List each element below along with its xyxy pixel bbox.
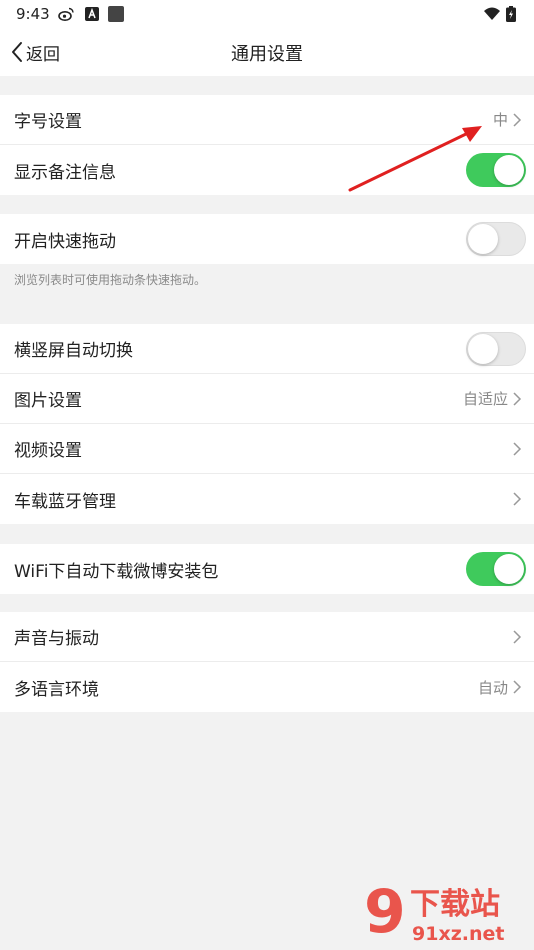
row-label: 车载蓝牙管理 bbox=[14, 491, 116, 512]
chevron-right-icon bbox=[513, 391, 522, 406]
square-notification-icon bbox=[108, 6, 124, 22]
car-bluetooth-row[interactable]: 车载蓝牙管理 bbox=[0, 474, 534, 524]
row-label: 图片设置 bbox=[14, 391, 82, 411]
chevron-right-icon bbox=[513, 441, 522, 456]
toggle-knob bbox=[494, 554, 524, 584]
toggle-knob bbox=[468, 334, 498, 364]
quick-drag-hint: 浏览列表时可使用拖动条快速拖动。 bbox=[14, 273, 207, 287]
font-size-setting-row[interactable]: 字号设置 中 bbox=[0, 95, 534, 145]
chevron-right-icon bbox=[513, 629, 522, 644]
row-label: 声音与振动 bbox=[14, 629, 99, 649]
quick-drag-row: 开启快速拖动 bbox=[0, 214, 534, 264]
settings-group-3: 横竖屏自动切换 图片设置 自适应 视频设置 车载蓝牙管理 bbox=[0, 324, 534, 524]
row-label: 横竖屏自动切换 bbox=[14, 341, 133, 361]
watermark-text: 下载站 bbox=[410, 887, 500, 922]
row-label: 视频设置 bbox=[14, 441, 82, 461]
chevron-right-icon bbox=[513, 492, 522, 506]
language-row[interactable]: 多语言环境 自动 bbox=[0, 662, 534, 712]
a-box-icon bbox=[85, 7, 99, 21]
status-time: 9:43 bbox=[16, 5, 50, 23]
image-setting-row[interactable]: 图片设置 自适应 bbox=[0, 374, 534, 424]
watermark-number: 9 bbox=[364, 877, 406, 946]
font-size-value: 中 bbox=[492, 111, 508, 129]
status-bar: 9:43 bbox=[0, 0, 534, 28]
row-label: 开启快速拖动 bbox=[14, 231, 116, 252]
video-setting-row[interactable]: 视频设置 bbox=[0, 424, 534, 474]
settings-group-1: 字号设置 中 显示备注信息 bbox=[0, 95, 534, 195]
settings-group-2: 开启快速拖动 bbox=[0, 214, 534, 264]
row-label: WiFi下自动下载微博安装包 bbox=[14, 561, 219, 582]
watermark: 9 下载站 91xz.net bbox=[358, 874, 528, 947]
weibo-icon bbox=[58, 7, 74, 21]
row-label: 显示备注信息 bbox=[14, 162, 116, 183]
row-label: 字号设置 bbox=[14, 112, 82, 132]
quick-drag-toggle[interactable] bbox=[466, 222, 526, 256]
wifi-auto-download-toggle[interactable] bbox=[466, 552, 526, 586]
nav-bar: 返回 通用设置 bbox=[0, 28, 534, 76]
wifi-auto-download-row: WiFi下自动下载微博安装包 bbox=[0, 544, 534, 594]
auto-rotate-row: 横竖屏自动切换 bbox=[0, 324, 534, 374]
page-title: 通用设置 bbox=[231, 44, 303, 65]
settings-group-5: 声音与振动 多语言环境 自动 bbox=[0, 612, 534, 712]
auto-rotate-toggle[interactable] bbox=[466, 332, 526, 366]
settings-group-4: WiFi下自动下载微博安装包 bbox=[0, 544, 534, 594]
chevron-right-icon bbox=[513, 680, 522, 694]
sound-vibration-row[interactable]: 声音与振动 bbox=[0, 612, 534, 662]
wifi-icon bbox=[484, 7, 500, 20]
show-remark-info-row: 显示备注信息 bbox=[0, 145, 534, 195]
battery-charging-icon bbox=[506, 6, 516, 22]
show-remark-info-toggle[interactable] bbox=[466, 153, 526, 187]
image-setting-value: 自适应 bbox=[462, 390, 508, 408]
watermark-domain: 91xz.net bbox=[412, 923, 504, 945]
row-label: 多语言环境 bbox=[14, 679, 99, 700]
chevron-right-icon bbox=[513, 112, 522, 127]
language-value: 自动 bbox=[477, 678, 508, 697]
toggle-knob bbox=[468, 224, 498, 254]
watermark-logo: 9 下载站 91xz.net bbox=[364, 877, 504, 947]
toggle-knob bbox=[494, 155, 524, 185]
